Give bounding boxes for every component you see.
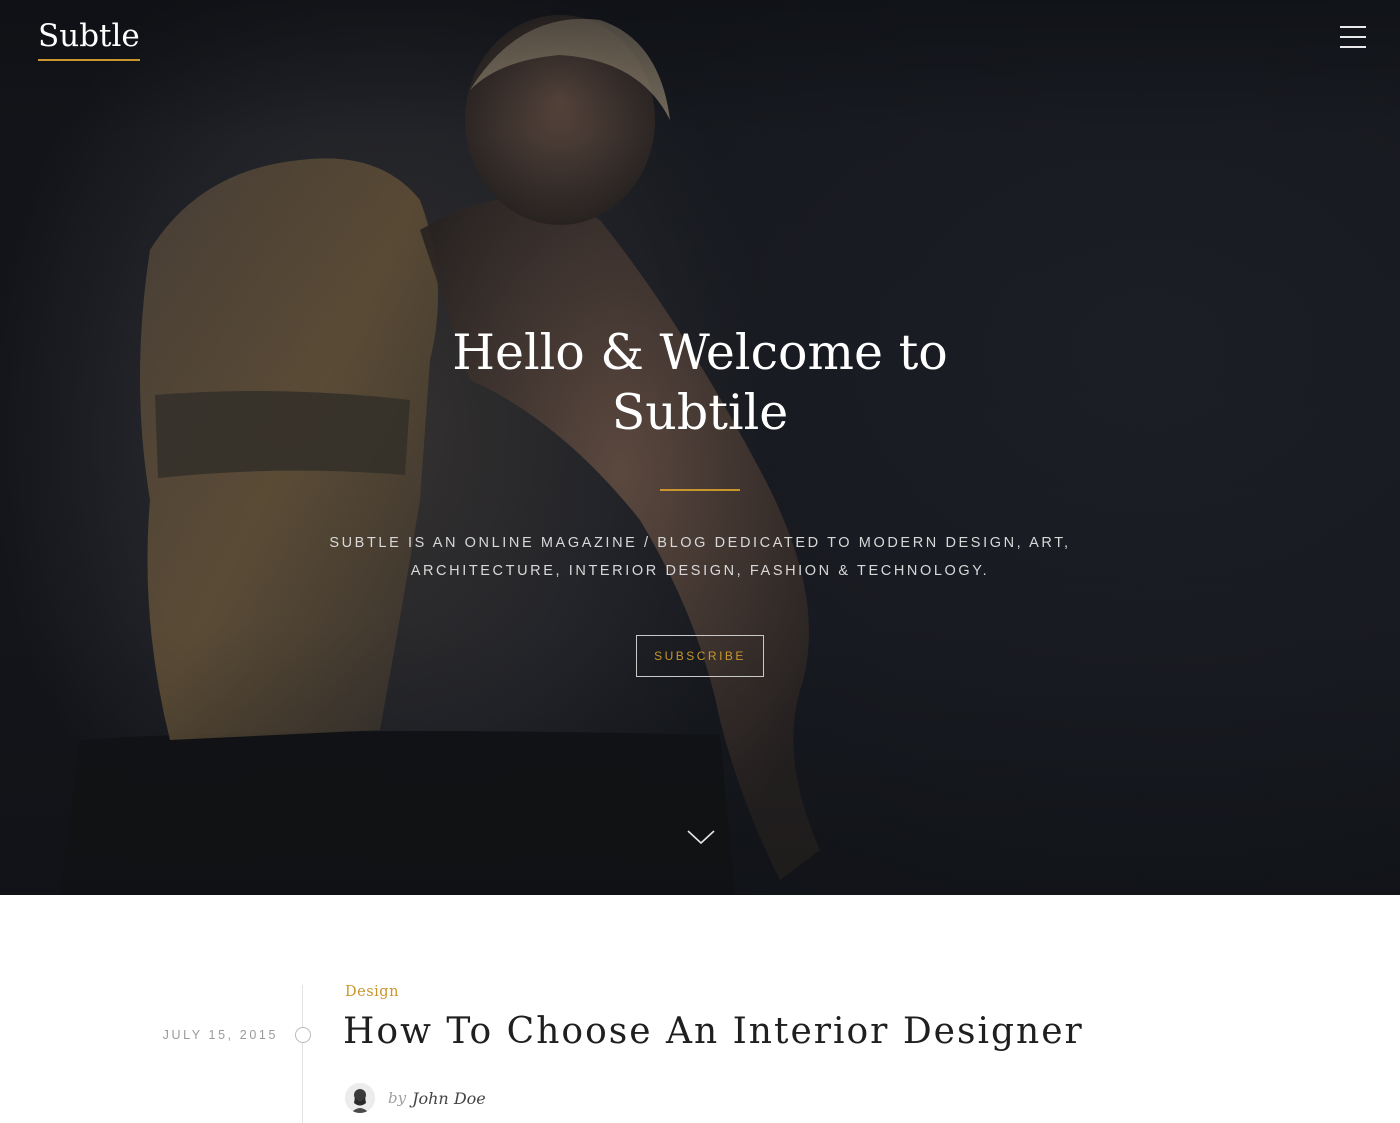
post-title-link[interactable]: How To Choose An Interior Designer: [343, 1011, 1084, 1052]
author-prefix: by: [388, 1089, 407, 1107]
timeline-dot: [295, 1027, 311, 1043]
timeline-line: [302, 985, 303, 1123]
site-logo[interactable]: Subtle: [38, 18, 140, 62]
hero-subtitle-line2: architecture, interior design, fashion &…: [410, 563, 990, 579]
hero-subtitle-line1: Subtle is an online magazine / blog dedi…: [329, 535, 1071, 551]
post-entry: JULY 15, 2015 Design How To Choose An In…: [0, 895, 1400, 1123]
author-name-link[interactable]: John Doe: [412, 1089, 486, 1108]
post-date: JULY 15, 2015: [162, 1028, 278, 1042]
hero-content: Hello & Welcome to Subtile Subtle is an …: [0, 323, 1400, 677]
hero-title-line2: Subtile: [611, 384, 789, 441]
hero-section: Subtle Hello & Welcome to Subtile Subtle…: [0, 0, 1400, 895]
hero-subtitle: Subtle is an online magazine / blog dedi…: [320, 529, 1080, 585]
hero-title: Hello & Welcome to Subtile: [440, 323, 960, 443]
author-avatar[interactable]: [345, 1083, 375, 1113]
hero-divider: [660, 489, 740, 491]
subscribe-button[interactable]: SUBSCRIBE: [636, 635, 764, 677]
hamburger-menu-icon[interactable]: [1340, 26, 1366, 48]
post-author: by John Doe: [345, 1083, 486, 1113]
hero-title-line1: Hello & Welcome to: [452, 324, 948, 381]
post-category-link[interactable]: Design: [345, 984, 399, 1000]
chevron-down-icon[interactable]: [686, 826, 716, 848]
